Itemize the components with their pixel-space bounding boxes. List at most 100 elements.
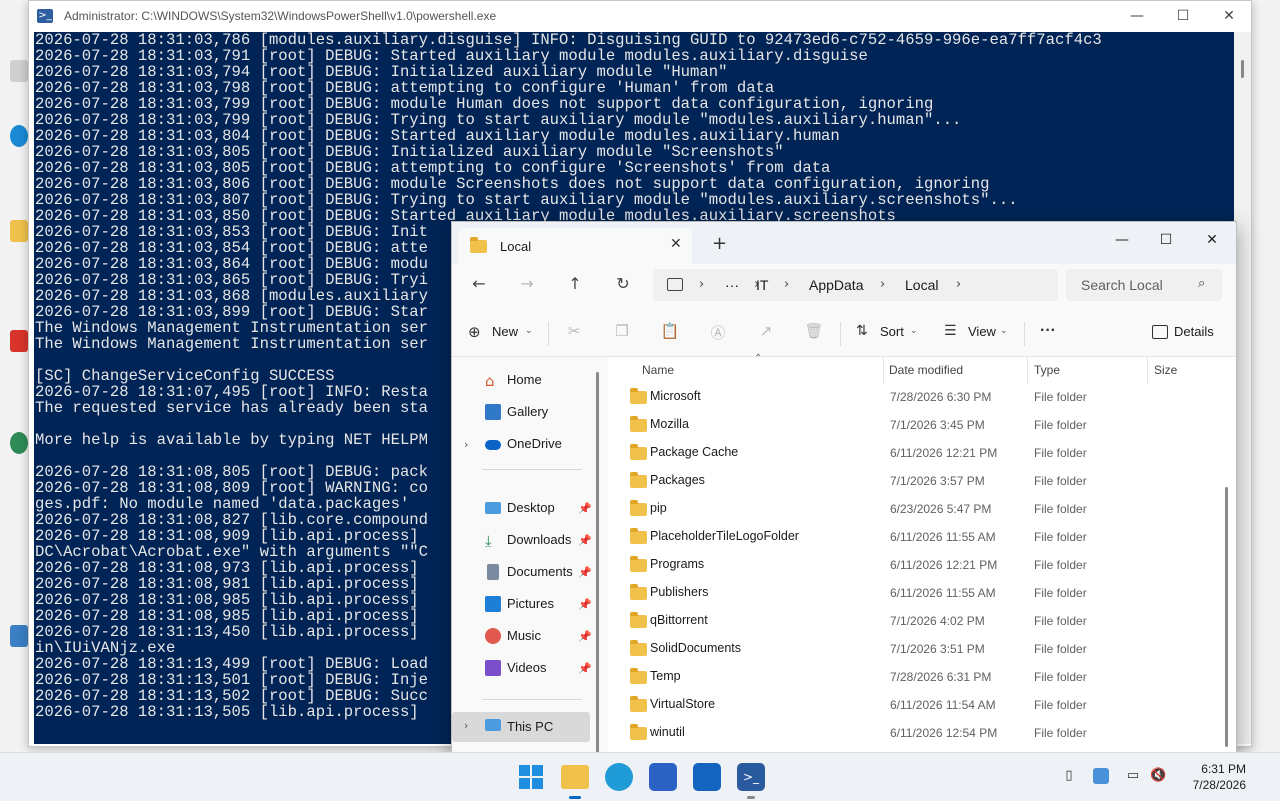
table-row[interactable]: winutil 6/11/2026 12:54 PM File folder [608, 719, 1218, 747]
column-divider[interactable] [883, 357, 884, 385]
folder-icon [630, 640, 647, 656]
nav-scrollbar[interactable] [596, 372, 599, 753]
clipboard-icon[interactable]: ▯ [1061, 768, 1077, 784]
breadcrumb-local[interactable]: Local [905, 277, 938, 293]
new-tab-button[interactable]: + [712, 233, 727, 254]
console-line: 2026-07-28 18:31:03,805 [root] DEBUG: In… [35, 143, 784, 161]
explorer-maximize-button[interactable]: ☐ [1144, 226, 1188, 254]
videos-icon [485, 660, 501, 676]
minimize-button[interactable]: — [1114, 1, 1160, 32]
expand-chevron-icon[interactable]: › [464, 719, 468, 732]
table-row[interactable]: pip 6/23/2026 5:47 PM File folder [608, 495, 1218, 523]
desktop-edge-icon[interactable] [10, 125, 28, 147]
outlook-icon[interactable] [693, 763, 721, 791]
file-name: VirtualStore [650, 697, 716, 711]
powershell-titlebar[interactable]: >_ Administrator: C:\WINDOWS\System32\Wi… [29, 1, 1251, 32]
tab-label: Local [500, 239, 532, 254]
forward-button[interactable]: → [514, 274, 540, 296]
console-line: 2026-07-28 18:31:03,791 [root] DEBUG: St… [35, 47, 868, 65]
cut-icon[interactable]: ✂ [564, 322, 584, 342]
defender-icon[interactable] [1093, 768, 1109, 784]
address-bar[interactable]: › ··· › IT › AppData › Local › [653, 269, 1058, 301]
file-date-modified: 7/1/2026 3:51 PM [890, 642, 985, 656]
desktop-recycle-bin-icon[interactable] [10, 60, 28, 82]
pin-icon: 📌 [578, 598, 592, 611]
explorer-tabbar[interactable]: Local ✕ + — ☐ ✕ [452, 222, 1236, 264]
new-button[interactable]: ⊕ New ⌄ [468, 318, 534, 348]
desktop-folder-icon[interactable] [10, 220, 28, 242]
maximize-button[interactable]: ☐ [1160, 1, 1206, 32]
rename-icon[interactable]: Ⓐ [708, 322, 728, 342]
refresh-button[interactable]: ↻ [610, 274, 636, 296]
close-button[interactable]: ✕ [1206, 1, 1252, 32]
expand-chevron-icon[interactable]: › [464, 438, 468, 451]
table-row[interactable]: Packages 7/1/2026 3:57 PM File folder [608, 467, 1218, 495]
search-input[interactable]: Search Local [1081, 277, 1163, 293]
file-explorer-icon[interactable] [561, 765, 589, 789]
column-size[interactable]: Size [1154, 363, 1177, 377]
breadcrumb-it[interactable]: IT [756, 277, 768, 293]
column-date-modified[interactable]: Date modified [889, 363, 963, 377]
command-bar: ⊕ New ⌄ ✂ ❐ 📋 Ⓐ ↗ 🗑 ⇅ Sort ⌄ ☰ View ⌄ ··… [452, 312, 1236, 357]
desktop-shortcut-icon[interactable] [10, 625, 28, 647]
pin-icon: 📌 [578, 566, 592, 579]
paste-icon[interactable]: 📋 [660, 322, 680, 342]
table-row[interactable]: Temp 7/28/2026 6:31 PM File folder [608, 663, 1218, 691]
table-row[interactable]: Programs 6/11/2026 12:21 PM File folder [608, 551, 1218, 579]
breadcrumb-overflow[interactable]: ··· [725, 277, 739, 293]
table-row[interactable]: Publishers 6/11/2026 11:55 AM File folder [608, 579, 1218, 607]
chevron-right-icon[interactable]: › [956, 277, 961, 292]
nav-divider [482, 699, 582, 700]
delete-icon[interactable]: 🗑 [804, 322, 824, 342]
file-name: SolidDocuments [650, 641, 742, 655]
view-icon: ☰ [944, 323, 957, 339]
desktop-acrobat-icon[interactable] [10, 330, 28, 352]
chevron-down-icon: ⌄ [525, 326, 533, 336]
sort-button[interactable]: ⇅ Sort ⌄ [856, 318, 920, 348]
file-type: File folder [1034, 390, 1087, 404]
system-clock[interactable]: 6:31 PM 7/28/2026 [1166, 761, 1246, 793]
column-type[interactable]: Type [1034, 363, 1060, 377]
table-row[interactable]: PlaceholderTileLogoFolder 6/11/2026 11:55… [608, 523, 1218, 551]
share-icon[interactable]: ↗ [756, 322, 776, 342]
file-type: File folder [1034, 586, 1087, 600]
tab-close-icon[interactable]: ✕ [670, 236, 682, 252]
up-button[interactable]: ↑ [562, 274, 588, 296]
store-icon[interactable] [649, 763, 677, 791]
chevron-right-icon[interactable]: › [880, 277, 885, 292]
table-row[interactable]: qBittorrent 7/1/2026 4:02 PM File folder [608, 607, 1218, 635]
more-options-button[interactable]: ··· [1040, 322, 1056, 340]
copy-icon[interactable]: ❐ [612, 322, 632, 342]
table-row[interactable]: VirtualStore 6/11/2026 11:54 AM File folde… [608, 691, 1218, 719]
volume-muted-icon[interactable]: 🔇 [1150, 768, 1166, 784]
nav-gallery-label: Gallery [507, 404, 549, 419]
network-icon[interactable]: ▭ [1125, 768, 1141, 784]
start-icon[interactable] [517, 763, 545, 791]
edge-icon[interactable] [605, 763, 633, 791]
details-button[interactable]: Details [1152, 318, 1222, 348]
column-name[interactable]: Name [642, 363, 674, 377]
view-button[interactable]: ☰ View ⌄ [944, 318, 1010, 348]
nav-item-thispc[interactable]: › This PC [452, 712, 590, 742]
explorer-close-button[interactable]: ✕ [1190, 226, 1234, 254]
table-row[interactable]: SolidDocuments 7/1/2026 3:51 PM File folde… [608, 635, 1218, 663]
explorer-minimize-button[interactable]: — [1100, 226, 1144, 254]
chevron-right-icon[interactable]: › [699, 277, 704, 292]
table-row[interactable]: Microsoft 7/28/2026 6:30 PM File folder [608, 383, 1218, 411]
file-type: File folder [1034, 530, 1087, 544]
powershell-icon[interactable]: >_ [737, 763, 765, 791]
computer-icon[interactable] [667, 278, 683, 291]
tab-local[interactable]: Local ✕ [458, 228, 692, 264]
breadcrumb-appdata[interactable]: AppData [809, 277, 863, 293]
chevron-right-icon[interactable]: › [784, 277, 789, 292]
search-box[interactable]: Search Local ⌕ [1066, 269, 1222, 301]
table-row[interactable]: Mozilla 7/1/2026 3:45 PM File folder [608, 411, 1218, 439]
back-button[interactable]: ← [466, 274, 492, 296]
desktop-app-icon[interactable] [10, 432, 28, 454]
column-divider[interactable] [1027, 357, 1028, 385]
file-type: File folder [1034, 698, 1087, 712]
table-row[interactable]: Package Cache 6/11/2026 12:21 PM File fold… [608, 439, 1218, 467]
file-list-scrollbar[interactable] [1225, 487, 1228, 747]
column-divider[interactable] [1147, 357, 1148, 385]
console-scroll-thumb[interactable] [1241, 60, 1244, 78]
